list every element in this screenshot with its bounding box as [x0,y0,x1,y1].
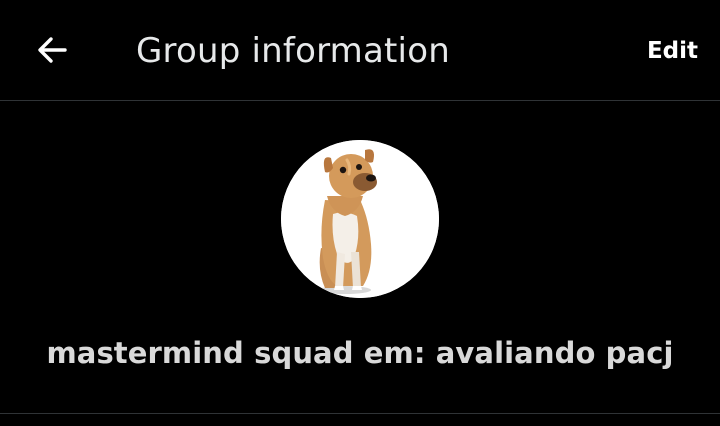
arrow-left-icon [38,37,67,63]
section-divider [0,413,720,414]
page-title: Group information [136,31,450,71]
back-button[interactable] [30,28,74,72]
top-bar: Group information Edit [0,0,720,101]
group-avatar[interactable] [281,140,439,298]
edit-button[interactable]: Edit [647,33,698,69]
group-name: mastermind squad em: avaliando pacj [46,336,674,370]
dog-photo-icon [281,140,439,298]
